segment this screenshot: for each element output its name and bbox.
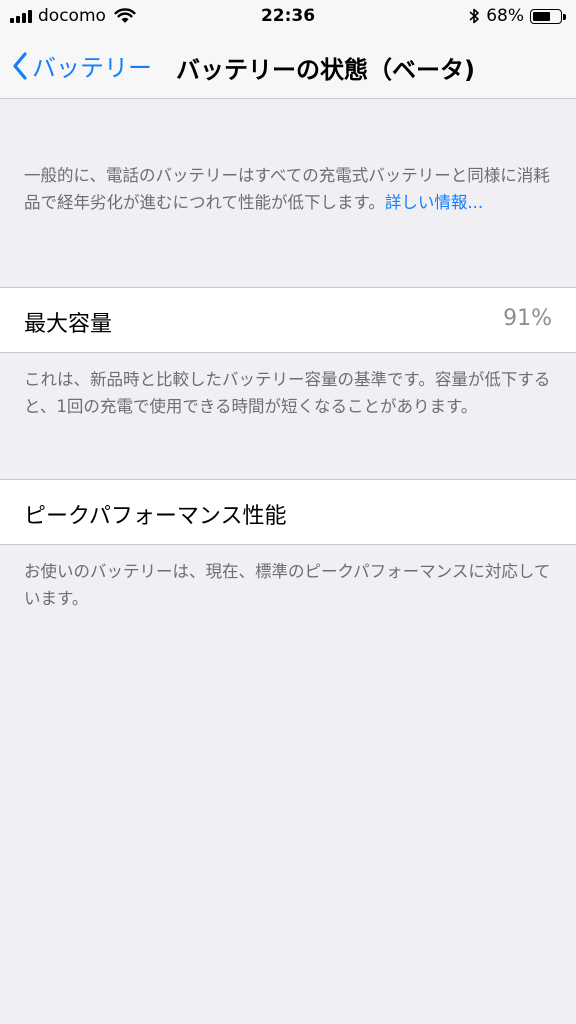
back-button-label: バッテリー: [32, 54, 152, 82]
status-bar: docomo 22:36 68%: [0, 0, 576, 34]
peak-performance-label: ピークパフォーマンス性能: [24, 504, 287, 529]
battery-level-fill: [533, 11, 550, 21]
status-right: 68%: [468, 6, 566, 26]
navigation-bar: バッテリー バッテリーの状態（ベータ): [0, 34, 576, 99]
back-button[interactable]: バッテリー: [12, 48, 152, 83]
max-capacity-row: 最大容量 91%: [0, 287, 576, 353]
battery-icon: [530, 8, 566, 24]
page-title: バッテリーの状態（ベータ): [176, 56, 475, 84]
peak-performance-footer: お使いのバッテリーは、現在、標準のピークパフォーマンスに対応しています。: [24, 562, 551, 608]
max-capacity-footer: これは、新品時と比較したバッテリー容量の基準です。容量が低下すると、1回の充電で…: [24, 370, 551, 416]
max-capacity-value: 91%: [503, 306, 552, 331]
max-capacity-label: 最大容量: [24, 312, 113, 337]
chevron-left-icon: [13, 51, 27, 80]
peak-performance-row: ピークパフォーマンス性能: [0, 479, 576, 545]
bluetooth-icon: [469, 8, 480, 24]
intro-description: 一般的に、電話のバッテリーはすべての充電式バッテリーと同様に消耗品で経年劣化が進…: [24, 162, 552, 216]
learn-more-link[interactable]: 詳しい情報...: [385, 193, 483, 212]
battery-percent: 68%: [486, 6, 524, 26]
